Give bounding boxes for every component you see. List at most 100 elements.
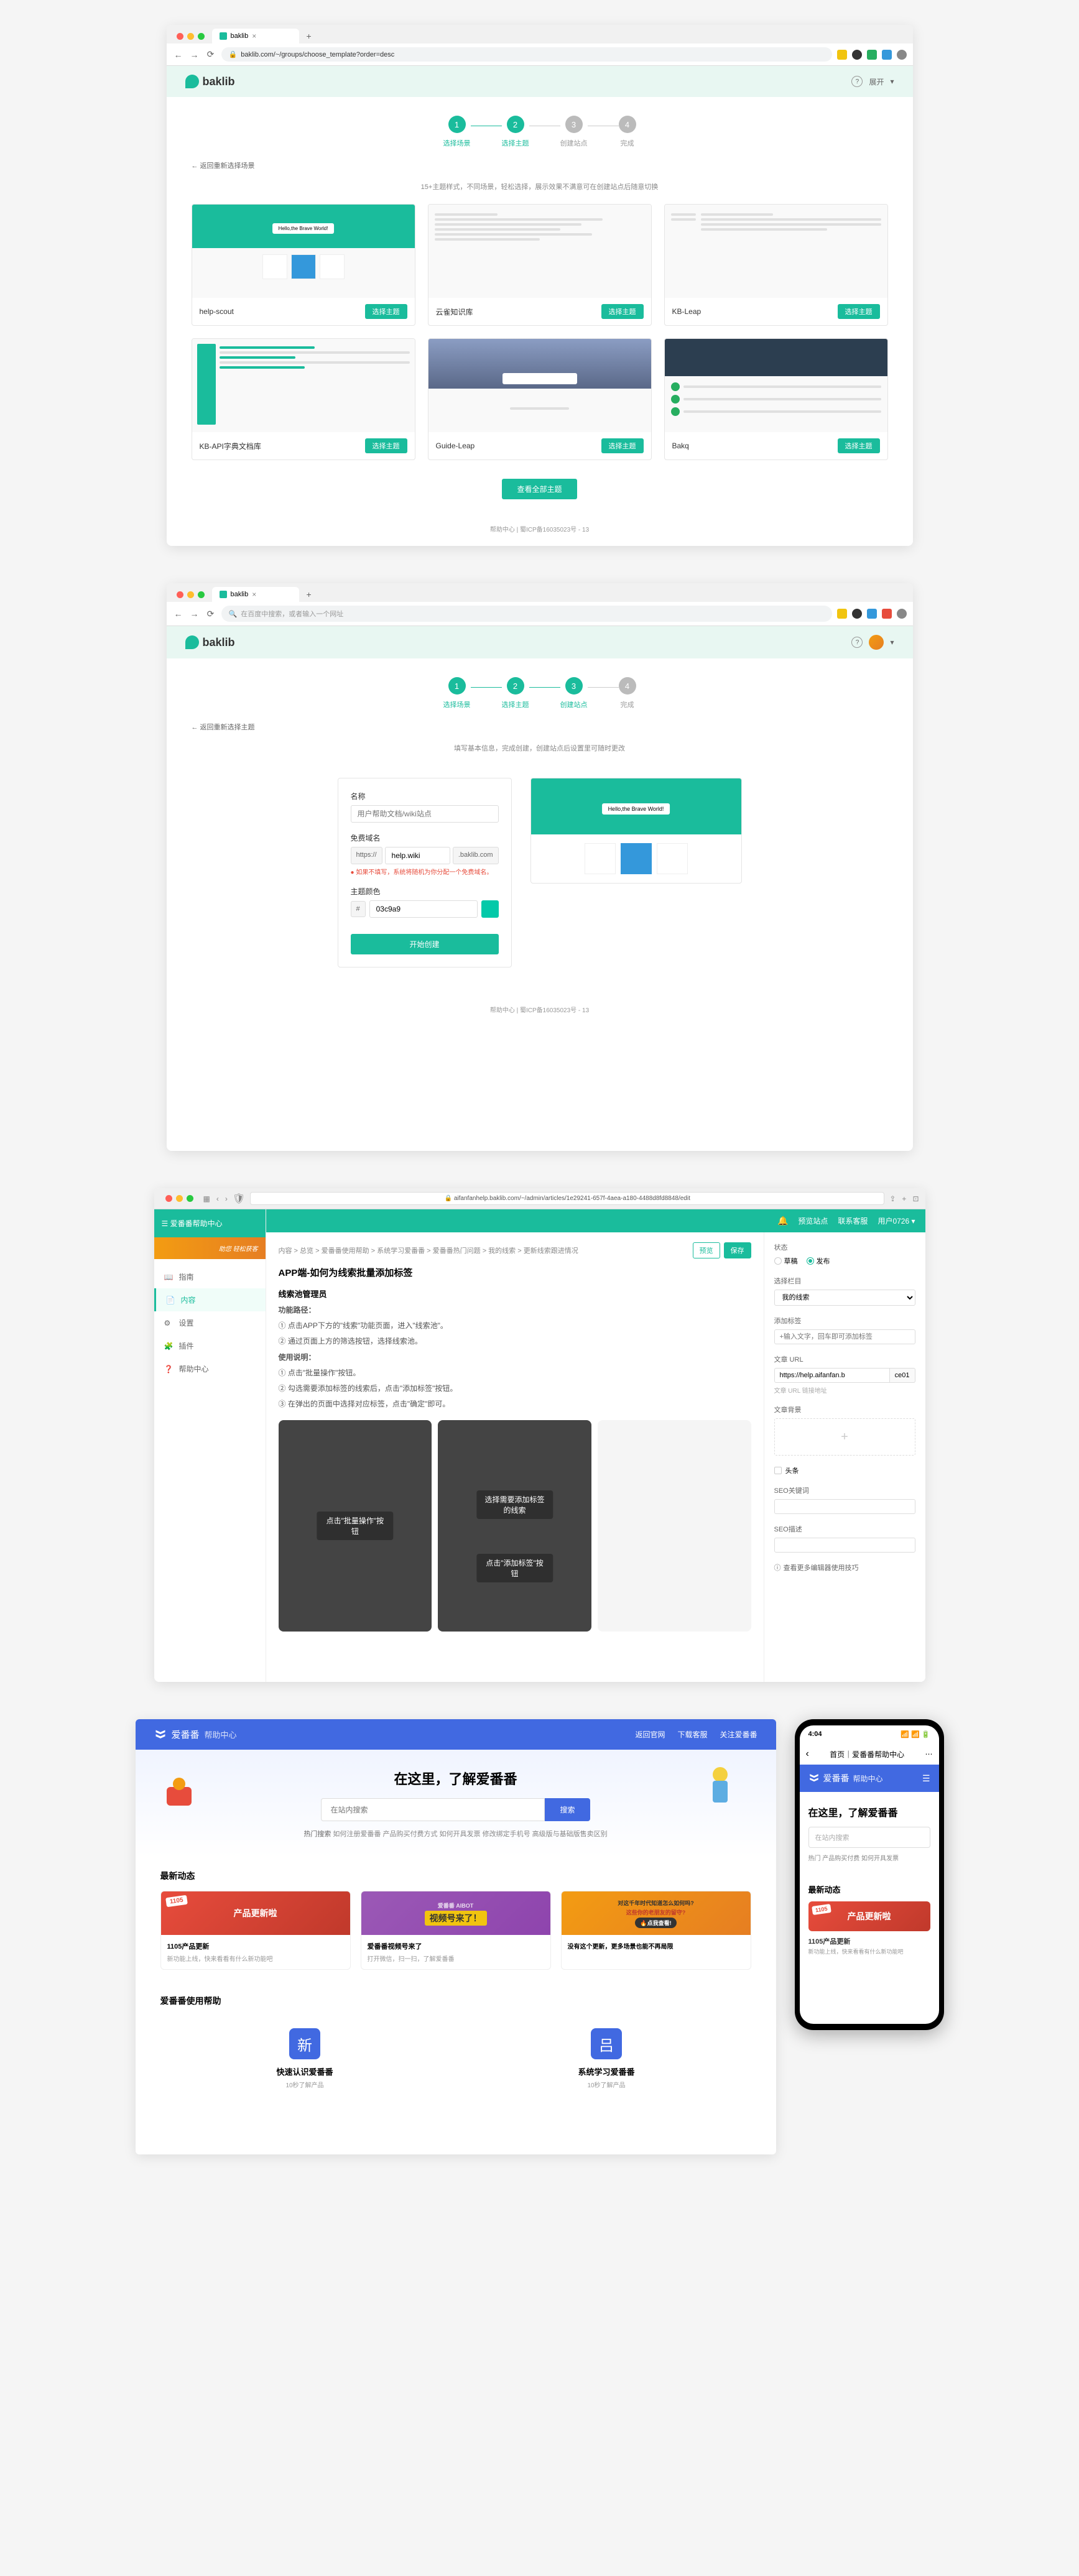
seo-desc-input[interactable]: [774, 1538, 915, 1553]
nav-link-home[interactable]: 返回官网: [635, 1729, 665, 1740]
minimize-dot[interactable]: [187, 591, 194, 598]
help-item-quick[interactable]: 新 快速认识爱番番 10秒了解产品: [160, 2016, 450, 2102]
url-suffix[interactable]: ce01: [890, 1368, 915, 1383]
search-button[interactable]: 搜索: [545, 1798, 590, 1821]
help-icon[interactable]: ?: [851, 637, 863, 648]
ext-icon-1[interactable]: [837, 50, 847, 60]
maximize-dot[interactable]: [198, 591, 205, 598]
url-input[interactable]: 🔒 baklib.com/~/groups/choose_template?or…: [221, 47, 832, 62]
new-tab-button[interactable]: +: [302, 587, 317, 602]
new-tab-icon[interactable]: +: [902, 1194, 906, 1203]
nav-link-download[interactable]: 下载客服: [677, 1729, 707, 1740]
nav-item-settings[interactable]: ⚙ 设置: [154, 1311, 266, 1334]
menu-icon[interactable]: ☰: [922, 1773, 930, 1784]
chevron-down-icon[interactable]: ▾: [890, 638, 894, 647]
template-preview[interactable]: Hello,the Brave World!: [192, 205, 415, 298]
nav-item-help[interactable]: ❓ 帮助中心: [154, 1357, 266, 1380]
ext-icon-2[interactable]: [852, 50, 862, 60]
preview-button[interactable]: 预览: [693, 1242, 720, 1258]
forward-icon[interactable]: ›: [225, 1194, 228, 1203]
close-dot[interactable]: [177, 33, 183, 40]
news-card-1[interactable]: 1105 产品更新啦 1105产品更新 新功能上线，快来看看有什么新功能吧: [160, 1891, 351, 1970]
hc-logo[interactable]: 爱番番 帮助中心: [154, 1728, 237, 1741]
user-menu[interactable]: 用户0726 ▾: [878, 1216, 915, 1226]
minimize-dot[interactable]: [187, 33, 194, 40]
share-icon[interactable]: ⇪: [889, 1194, 896, 1203]
shield-icon[interactable]: 🛡: [233, 1193, 245, 1205]
minimize-dot[interactable]: [176, 1195, 183, 1202]
ext-icon-4[interactable]: [882, 50, 892, 60]
bell-icon[interactable]: 🔔: [777, 1216, 788, 1226]
template-preview[interactable]: [428, 339, 651, 432]
news-card-3[interactable]: 对这千年时代知道怎么如何吗? 这些你的老朋友的留守? 🔥点我查看! 没有这个更新…: [561, 1891, 751, 1970]
url-prefix-input[interactable]: [774, 1368, 890, 1383]
news-card-2[interactable]: 爱番番 AIBOT 视频号来了！ 爱番番视频号来了 打开微信，扫一扫，了解爱番番: [361, 1891, 551, 1970]
search-input[interactable]: [321, 1798, 545, 1821]
tab-close-icon[interactable]: ×: [252, 32, 256, 40]
ext-icon-4[interactable]: [882, 609, 892, 619]
view-all-button[interactable]: 查看全部主题: [502, 479, 577, 499]
new-tab-button[interactable]: +: [302, 29, 317, 44]
avatar-icon[interactable]: [897, 609, 907, 619]
close-dot[interactable]: [165, 1195, 172, 1202]
template-preview[interactable]: [665, 205, 887, 298]
headline-checkbox[interactable]: 头条: [774, 1466, 915, 1475]
tabs-icon[interactable]: ⊡: [912, 1194, 919, 1203]
upload-box[interactable]: +: [774, 1418, 915, 1456]
back-icon[interactable]: ‹: [216, 1194, 219, 1203]
select-theme-button[interactable]: 选择主题: [838, 304, 880, 319]
sidebar-toggle-icon[interactable]: ▦: [203, 1194, 210, 1203]
chevron-down-icon[interactable]: ▾: [890, 77, 894, 86]
forward-button[interactable]: →: [189, 608, 200, 619]
template-preview[interactable]: [428, 205, 651, 298]
template-preview[interactable]: [665, 339, 887, 432]
help-icon[interactable]: ?: [851, 76, 863, 87]
tag-input[interactable]: [774, 1329, 915, 1344]
admin-brand[interactable]: ☰ 爱番番帮助中心: [154, 1209, 266, 1237]
back-link[interactable]: ← 返回重新选择主题: [167, 716, 913, 738]
column-select[interactable]: 我的线索: [774, 1290, 915, 1306]
select-theme-button[interactable]: 选择主题: [365, 438, 407, 453]
tab-close-icon[interactable]: ×: [252, 590, 256, 599]
preview-site-link[interactable]: 预览站点: [798, 1216, 828, 1226]
back-button[interactable]: ←: [173, 608, 184, 619]
breadcrumb-path[interactable]: 内容 > 总览 > 爱番番使用帮助 > 系统学习爱番番 > 爱番番热门问题 > …: [279, 1245, 578, 1255]
maximize-dot[interactable]: [187, 1195, 193, 1202]
url-input[interactable]: 🔍 在百度中搜索，或者输入一个网址: [221, 606, 832, 622]
forward-button[interactable]: →: [189, 49, 200, 60]
name-input[interactable]: [351, 805, 499, 823]
ext-icon-1[interactable]: [837, 609, 847, 619]
nav-item-content[interactable]: 📄 内容: [154, 1288, 266, 1311]
nav-item-guide[interactable]: 📖 指南: [154, 1265, 266, 1288]
close-dot[interactable]: [177, 591, 183, 598]
search-input[interactable]: 在站内搜索: [808, 1827, 930, 1848]
color-chip[interactable]: [481, 900, 499, 918]
baklib-logo[interactable]: baklib: [185, 635, 235, 649]
ext-icon-3[interactable]: [867, 50, 877, 60]
contact-link[interactable]: 联系客服: [838, 1216, 868, 1226]
avatar-icon[interactable]: [897, 50, 907, 60]
baklib-logo[interactable]: baklib: [185, 75, 235, 88]
radio-draft[interactable]: 草稿: [774, 1256, 798, 1266]
ext-icon-2[interactable]: [852, 609, 862, 619]
maximize-dot[interactable]: [198, 33, 205, 40]
template-preview[interactable]: [192, 339, 415, 432]
select-theme-button[interactable]: 选择主题: [838, 438, 880, 453]
tags-list[interactable]: 产品购买付费 如何开具发票: [822, 1855, 899, 1862]
user-dropdown[interactable]: 展开: [869, 76, 884, 87]
reload-button[interactable]: ⟳: [205, 608, 216, 619]
avatar[interactable]: [869, 635, 884, 650]
article-title[interactable]: APP端-如何为线索批量添加标签: [279, 1266, 751, 1279]
nav-link-follow[interactable]: 关注爱番番: [720, 1729, 757, 1740]
save-button[interactable]: 保存: [724, 1242, 751, 1258]
news-banner[interactable]: 1105 产品更新啦: [808, 1901, 930, 1931]
radio-publish[interactable]: 发布: [807, 1256, 830, 1266]
browser-tab[interactable]: baklib ×: [212, 29, 299, 44]
tips-link[interactable]: ⓘ 查看更多编辑器使用技巧: [774, 1563, 915, 1572]
color-input[interactable]: [369, 900, 478, 918]
create-button[interactable]: 开始创建: [351, 934, 499, 954]
more-icon[interactable]: ⋯: [925, 1750, 933, 1758]
tags-list[interactable]: 如何注册爱番番 产品购买付费方式 如何开具发票 修改绑定手机号 高级版与基础版售…: [333, 1830, 607, 1838]
safari-url[interactable]: 🔒 aifanfanhelp.baklib.com/~/admin/articl…: [250, 1192, 884, 1205]
seo-kw-input[interactable]: [774, 1499, 915, 1514]
